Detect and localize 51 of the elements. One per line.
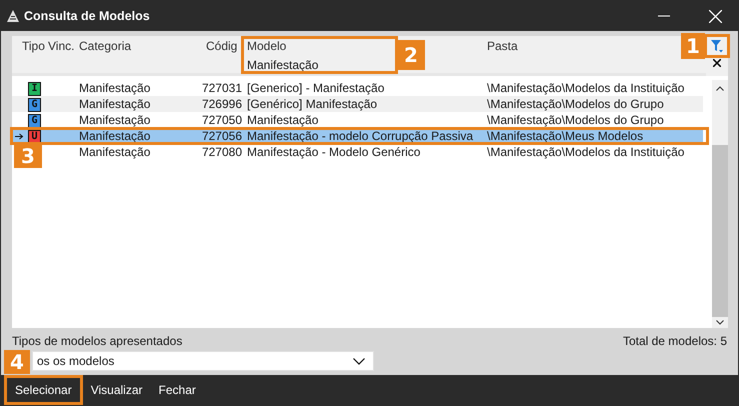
table-cell: Manifestação - Modelo Genérico — [247, 145, 420, 159]
close-icon[interactable] — [708, 10, 722, 22]
scroll-down-icon[interactable] — [716, 320, 724, 325]
table-cell: \Manifestação\Modelos da Instituição — [487, 81, 684, 95]
step-number-badge: 1 — [681, 33, 705, 59]
window-title: Consulta de Modelos — [24, 9, 151, 23]
step-number-badge: 2 — [397, 40, 425, 70]
table-cell: 726996 — [202, 97, 242, 111]
select-button[interactable]: Selecionar — [4, 375, 83, 405]
column-header[interactable]: Pasta — [487, 39, 518, 53]
app-logo-icon — [7, 10, 19, 22]
type-badge: G — [28, 98, 41, 112]
table-cell: Manifestação — [247, 113, 318, 127]
minimize-icon[interactable] — [658, 15, 670, 17]
table-cell: Manifestação — [79, 113, 150, 127]
chevron-down-icon — [353, 358, 365, 364]
table-cell: 727056 — [202, 129, 242, 143]
table-cell: Manifestação — [79, 129, 150, 143]
table-cell: Manifestação — [79, 97, 150, 111]
field-label: Tipos de modelos apresentados — [12, 334, 182, 348]
type-badge: I — [28, 82, 41, 96]
step-number-badge: 4 — [4, 350, 30, 374]
table-cell: 727080 — [202, 145, 242, 159]
table-cell: Manifestação - modelo Corrupção Passiva — [247, 129, 474, 143]
column-header[interactable]: Categoria — [79, 39, 132, 53]
table-cell: 727050 — [202, 113, 242, 127]
column-header[interactable]: Vinc. — [48, 39, 74, 53]
table-cell: \Manifestação\Modelos do Grupo — [487, 113, 664, 127]
column-header[interactable]: Códig — [206, 39, 238, 53]
column-header[interactable]: Modelo — [247, 39, 286, 53]
view-button[interactable]: Visualizar — [82, 375, 151, 405]
total-count: Total de modelos: 5 — [622, 334, 727, 348]
table-cell: [Genérico] Manifestação — [247, 97, 378, 111]
table-cell: \Manifestação\Modelos do Grupo — [487, 97, 664, 111]
scroll-up-icon[interactable] — [716, 86, 724, 91]
close-button[interactable]: Fechar — [150, 375, 204, 405]
table-cell: Manifestação — [79, 145, 150, 159]
type-badge: G — [28, 114, 41, 128]
model-types-dropdown[interactable]: os os modelos — [32, 351, 374, 371]
filter-field[interactable]: Manifestação — [247, 58, 318, 72]
scrollbar[interactable] — [712, 80, 728, 328]
table-cell: Manifestação — [79, 81, 150, 95]
table-cell: \Manifestação\Meus Modelos — [487, 129, 644, 143]
clear-filter-icon[interactable] — [713, 59, 721, 67]
table-cell: \Manifestação\Modelos da Instituição — [487, 145, 684, 159]
filter-button[interactable] — [706, 36, 728, 56]
table-cell: [Generico] - Manifestação — [247, 81, 384, 95]
table-cell: 727031 — [202, 81, 242, 95]
step-number-badge: 3 — [14, 144, 42, 168]
filter-icon — [711, 40, 723, 52]
column-header[interactable]: Tipo — [22, 39, 45, 53]
